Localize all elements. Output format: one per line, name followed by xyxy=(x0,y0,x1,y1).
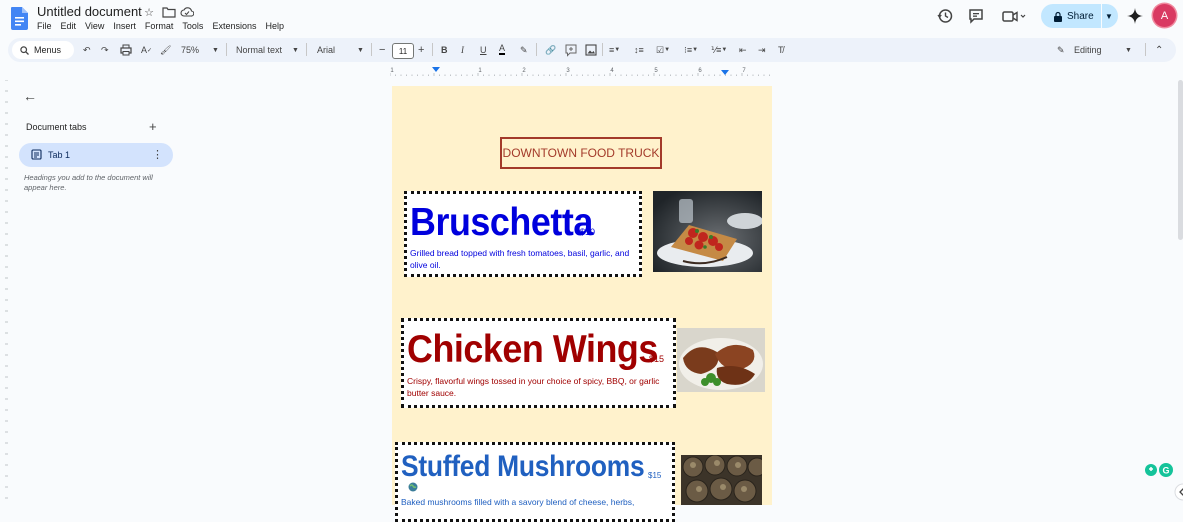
insert-image-icon[interactable] xyxy=(585,42,597,58)
mode-caret-icon[interactable]: ▼ xyxy=(1125,42,1132,58)
italic-icon[interactable]: I xyxy=(461,42,464,58)
ruler-number: 7 xyxy=(742,68,746,74)
tab-document-icon xyxy=(31,149,42,160)
increase-indent-icon[interactable]: ⇥ xyxy=(758,42,766,58)
bruschetta-photo[interactable] xyxy=(653,191,762,272)
add-comment-icon[interactable] xyxy=(565,42,577,58)
text-color-icon[interactable]: A xyxy=(499,42,506,55)
menu-file[interactable]: File xyxy=(37,21,52,31)
ruler-number: 1 xyxy=(390,68,394,74)
line-spacing-icon[interactable]: ↕≡ xyxy=(634,42,644,58)
share-button-group: Share ▼ xyxy=(1041,4,1118,28)
menus-label: Menus xyxy=(34,45,62,55)
font-caret-icon[interactable]: ▼ xyxy=(357,42,364,58)
item-description: Grilled bread topped with fresh tomatoes… xyxy=(410,248,630,270)
item-price: $15 xyxy=(649,354,665,364)
style-caret-icon[interactable]: ▼ xyxy=(292,42,299,58)
share-dropdown-caret[interactable]: ▼ xyxy=(1102,12,1116,21)
hide-menus-chevron-icon[interactable]: ⌃ xyxy=(1155,42,1163,58)
vertical-scrollbar[interactable] xyxy=(1178,80,1183,240)
menu-edit[interactable]: Edit xyxy=(61,21,77,31)
item-description: Crispy, flavorful wings tossed in your c… xyxy=(407,376,660,398)
menu-view[interactable]: View xyxy=(85,21,104,31)
paragraph-style-select[interactable]: Normal text xyxy=(236,42,282,58)
move-folder-icon[interactable] xyxy=(162,5,176,19)
align-icon[interactable]: ≡ ▼ xyxy=(609,42,620,58)
redo-icon[interactable]: ↷ xyxy=(101,42,109,58)
lock-icon xyxy=(1054,11,1062,22)
comments-icon[interactable] xyxy=(967,7,985,25)
checklist-icon[interactable]: ☑ ▼ xyxy=(656,42,670,58)
meet-icon[interactable] xyxy=(1001,7,1027,25)
increase-font-size-icon[interactable]: + xyxy=(418,42,424,58)
assistant-extension-icon[interactable]: G xyxy=(1143,461,1175,479)
search-icon xyxy=(20,45,29,55)
clear-formatting-icon[interactable]: T̸ xyxy=(778,42,784,58)
bold-icon[interactable]: B xyxy=(441,42,448,58)
share-label: Share xyxy=(1067,10,1094,22)
editing-mode-select[interactable]: Editing xyxy=(1074,42,1102,58)
tab-outline-hint: Headings you add to the document will ap… xyxy=(24,173,153,192)
underline-icon[interactable]: U xyxy=(480,42,487,58)
menu-banner[interactable]: DOWNTOWN FOOD TRUCK xyxy=(500,137,662,169)
emoji-globe-icon xyxy=(408,482,418,492)
docs-logo-icon[interactable] xyxy=(11,7,28,30)
ruler-number: 3 xyxy=(566,68,570,74)
back-arrow-icon[interactable]: ← xyxy=(22,88,38,104)
menu-tools[interactable]: Tools xyxy=(182,21,203,31)
highlight-color-icon[interactable]: ✎ xyxy=(520,42,528,58)
ruler-number: 6 xyxy=(698,68,702,74)
document-title[interactable]: Untitled document xyxy=(37,4,142,19)
zoom-caret-icon[interactable]: ▼ xyxy=(212,42,219,58)
print-icon[interactable] xyxy=(120,42,132,58)
menu-bar: File Edit View Insert Format Tools Exten… xyxy=(37,21,284,31)
tab-label: Tab 1 xyxy=(48,150,71,160)
tab-more-options-icon[interactable]: ⋮ xyxy=(152,148,163,161)
undo-icon[interactable]: ↶ xyxy=(83,42,91,58)
ruler-number: 2 xyxy=(522,68,526,74)
star-icon[interactable]: ☆ xyxy=(142,5,156,19)
add-tab-icon[interactable]: + xyxy=(149,119,157,134)
ruler-number: 5 xyxy=(654,68,658,74)
horizontal-ruler[interactable]: 1 1 2 3 4 5 6 7 xyxy=(390,66,773,76)
paint-format-icon[interactable]: 🖌 xyxy=(160,42,171,58)
search-menus-button[interactable]: Menus xyxy=(12,41,74,59)
version-history-icon[interactable] xyxy=(936,7,954,25)
item-description: Baked mushrooms filled with a savory ble… xyxy=(401,497,635,507)
share-button[interactable]: Share xyxy=(1041,4,1101,28)
ruler-number: 1 xyxy=(478,68,482,74)
document-tabs-heading: Document tabs xyxy=(26,122,87,132)
menu-extensions[interactable]: Extensions xyxy=(212,21,256,31)
insert-link-icon[interactable]: 🔗 xyxy=(545,42,556,58)
side-panel-chevron-icon[interactable] xyxy=(1174,483,1183,501)
account-avatar[interactable]: A xyxy=(1153,4,1176,27)
chicken-wings-photo[interactable] xyxy=(677,328,765,392)
item-name: Bruschetta xyxy=(410,201,593,244)
left-indent-marker[interactable] xyxy=(432,67,440,72)
decrease-indent-icon[interactable]: ⇤ xyxy=(739,42,747,58)
item-price: $10 xyxy=(580,227,596,237)
ruler-number: 4 xyxy=(610,68,614,74)
tab-item-tab-1[interactable] xyxy=(19,143,173,167)
menu-help[interactable]: Help xyxy=(265,21,284,31)
item-name: Stuffed Mushrooms xyxy=(401,450,645,483)
item-name: Chicken Wings xyxy=(407,328,658,371)
cloud-saved-icon[interactable] xyxy=(180,5,194,19)
font-select[interactable]: Arial xyxy=(317,42,335,58)
numbered-list-icon[interactable]: ⅟≡ ▼ xyxy=(711,42,727,58)
item-price: $15 xyxy=(648,471,662,480)
right-indent-marker[interactable] xyxy=(721,70,729,75)
decrease-font-size-icon[interactable]: − xyxy=(379,42,385,58)
spellcheck-icon[interactable]: A ✓ xyxy=(141,42,152,58)
bulleted-list-icon[interactable]: ⁝≡ ▼ xyxy=(684,42,698,58)
zoom-select[interactable]: 75% xyxy=(181,42,199,58)
font-size-input[interactable]: 11 xyxy=(392,43,414,59)
menu-format[interactable]: Format xyxy=(145,21,174,31)
edit-mode-icon[interactable]: ✎ xyxy=(1057,42,1065,58)
vertical-ruler xyxy=(5,80,8,499)
svg-text:G: G xyxy=(1162,466,1169,476)
menu-insert[interactable]: Insert xyxy=(113,21,136,31)
gemini-spark-icon[interactable] xyxy=(1127,8,1143,24)
stuffed-mushrooms-photo[interactable] xyxy=(681,455,762,505)
